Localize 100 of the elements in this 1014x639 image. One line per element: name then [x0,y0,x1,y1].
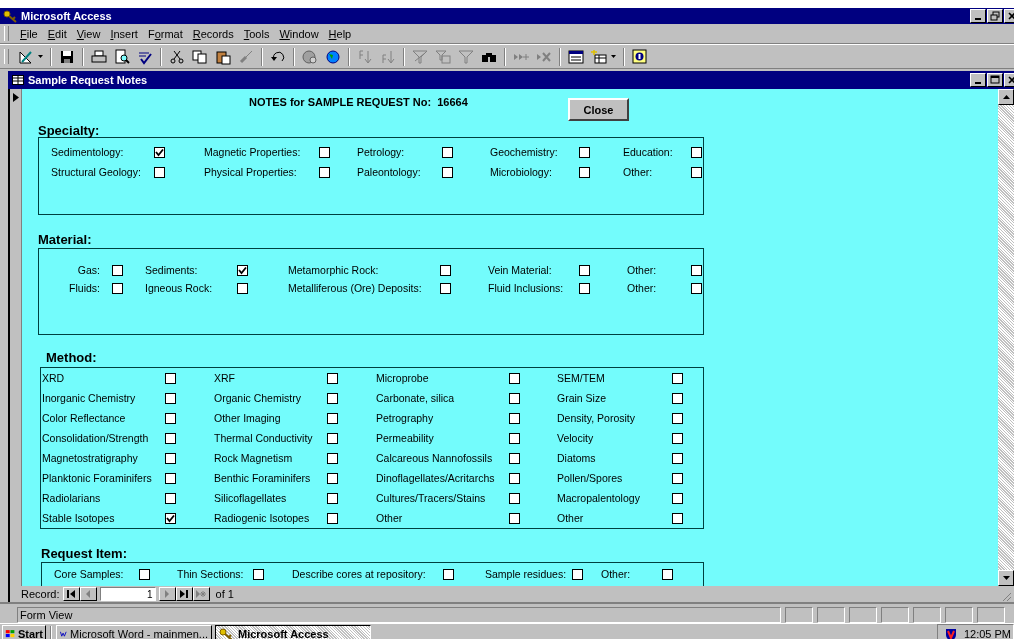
menu-item[interactable]: Edit [42,27,72,40]
checkbox[interactable] [509,472,520,484]
globe-magnifier-icon[interactable] [302,48,318,65]
window-icon[interactable] [568,48,584,65]
taskbar-button[interactable]: Microsoft Access [215,625,371,639]
scroll-down-button[interactable] [998,570,1014,586]
checkbox[interactable] [327,472,338,484]
checkbox[interactable] [237,264,248,276]
menu-item[interactable]: Format [142,27,188,40]
checkbox[interactable] [509,392,520,404]
checkbox[interactable] [672,472,683,484]
checkbox[interactable] [509,512,520,524]
menu-item[interactable]: File [15,27,43,40]
checkbox[interactable] [440,264,451,276]
scroll-up-button[interactable] [998,89,1014,105]
checkbox[interactable] [327,372,338,384]
checkbox[interactable] [165,452,176,464]
checkbox[interactable] [691,146,702,158]
menu-item[interactable]: Help [323,27,357,40]
shield-icon[interactable] [943,626,958,639]
restore-button[interactable] [987,9,1003,23]
checkbox-label: Igneous Rock: [145,282,214,294]
save-icon[interactable] [59,48,75,65]
printer-icon[interactable] [91,48,107,65]
scissors-icon[interactable] [169,48,185,65]
checkbox[interactable] [672,452,683,464]
checkbox[interactable] [579,264,590,276]
checkbox[interactable] [165,392,176,404]
menu-item[interactable]: View [71,27,106,40]
menu-item[interactable]: Tools [238,27,275,40]
checkbox[interactable] [154,166,165,178]
checkbox[interactable] [165,412,176,424]
checkbox[interactable] [253,568,264,580]
checkbox[interactable] [327,452,338,464]
minimize-button[interactable] [970,73,986,87]
checkbox[interactable] [319,146,330,158]
checkbox-label: Microprobe [376,372,430,384]
checkbox[interactable] [509,492,520,504]
page-magnifier-icon[interactable] [114,48,130,65]
help-icon[interactable] [632,48,648,65]
checkbox[interactable] [165,512,176,524]
checkbox-label: Silicoflagellates [214,492,288,504]
checkbox[interactable] [672,512,683,524]
record-number-field[interactable]: 1 [99,587,156,601]
checkbox-label: Sediments: [145,264,199,276]
checkbox[interactable] [165,372,176,384]
globe-icon[interactable] [325,48,341,65]
checkbox[interactable] [579,146,590,158]
checkbox[interactable] [509,372,520,384]
checkbox[interactable] [237,282,248,294]
first-record-button[interactable] [62,587,80,601]
checkbox[interactable] [509,432,520,444]
checkbox[interactable] [154,146,165,158]
checkbox[interactable] [327,492,338,504]
checkbox[interactable] [327,412,338,424]
checkbox[interactable] [165,432,176,444]
menu-item[interactable]: Window [274,27,324,40]
checkbox[interactable] [509,452,520,464]
checkbox[interactable] [165,472,176,484]
checkbox[interactable] [112,264,123,276]
ruler-pencil-icon[interactable] [18,48,34,65]
documents-icon[interactable] [192,48,208,65]
checkbox[interactable] [579,282,590,294]
menu-item[interactable]: Insert [105,27,143,40]
checkbox-label: Petrology: [357,146,406,158]
table-star-icon[interactable] [591,48,607,65]
status-indicator [849,607,877,623]
checkbox[interactable] [112,282,123,294]
checkbox[interactable] [672,412,683,424]
checkbox[interactable] [691,264,702,276]
caret-icon[interactable] [611,55,616,58]
minimize-button[interactable] [970,9,986,23]
checkbox[interactable] [327,512,338,524]
close-button[interactable]: Close [568,98,629,121]
checkbox[interactable] [139,568,150,580]
maximize-button[interactable] [987,73,1003,87]
checkbox[interactable] [327,392,338,404]
checkbox[interactable] [691,282,702,294]
checkbox[interactable] [579,166,590,178]
checkbox[interactable] [691,166,702,178]
next-record-button[interactable] [158,587,176,601]
checkbox[interactable] [442,146,453,158]
checkbox[interactable] [319,166,330,178]
clipboard-icon[interactable] [215,48,231,65]
checkbox[interactable] [327,432,338,444]
checkbox[interactable] [440,282,451,294]
caret-icon[interactable] [38,55,43,58]
checkbox[interactable] [165,492,176,504]
checkbox[interactable] [572,568,583,580]
checkbox[interactable] [672,372,683,384]
checkbox[interactable] [672,392,683,404]
menu-item[interactable]: Records [187,27,239,40]
checkbox[interactable] [442,166,453,178]
checkbox[interactable] [672,432,683,444]
taskbar-button[interactable]: Microsoft Word - mainmen... [56,625,212,639]
checkbox[interactable] [672,492,683,504]
checkbox[interactable] [443,568,454,580]
checkbox[interactable] [509,412,520,424]
checkbox[interactable] [662,568,673,580]
start-button[interactable]: Start [2,625,46,639]
